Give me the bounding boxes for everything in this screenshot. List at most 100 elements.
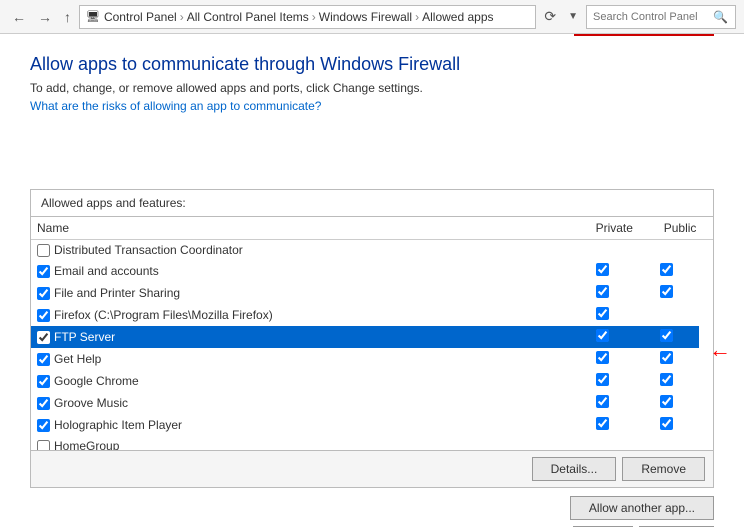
nav-back-icon[interactable]: ←: [8, 7, 30, 27]
col-header-public: Public: [647, 217, 713, 240]
app-private-cell: [570, 392, 634, 414]
private-checkbox[interactable]: [596, 307, 609, 320]
private-checkbox[interactable]: [596, 395, 609, 408]
app-name-cell: HomeGroup: [31, 436, 570, 450]
table-row[interactable]: File and Printer Sharing: [31, 282, 699, 304]
app-private-cell: [570, 304, 634, 326]
public-checkbox[interactable]: [660, 285, 673, 298]
breadcrumb-path: 🖥 Control Panel › All Control Panel Item…: [79, 5, 536, 29]
page-subtitle: To add, change, or remove allowed apps a…: [30, 81, 714, 95]
breadcrumb-control-panel[interactable]: Control Panel: [104, 10, 177, 24]
table-row[interactable]: FTP Server: [31, 326, 699, 348]
private-checkbox[interactable]: [596, 417, 609, 430]
table-header-row: Name Private Public: [31, 217, 713, 240]
private-checkbox[interactable]: [596, 285, 609, 298]
app-name-label: File and Printer Sharing: [54, 286, 180, 300]
refresh-button[interactable]: ⟳: [540, 6, 560, 27]
address-right: ⟳ ▼ 🔍: [540, 5, 736, 29]
breadcrumb-firewall[interactable]: Windows Firewall: [319, 10, 412, 24]
app-public-cell: [635, 436, 699, 450]
app-name-cell: Groove Music: [31, 392, 570, 414]
app-name-cell: Holographic Item Player: [31, 414, 570, 436]
table-row[interactable]: Google Chrome: [31, 370, 699, 392]
app-name-cell: FTP Server: [31, 326, 570, 348]
nav-up-icon[interactable]: ↑: [60, 7, 75, 27]
app-name-label: HomeGroup: [54, 439, 119, 450]
app-checkbox[interactable]: [37, 287, 50, 300]
table-scroll-area[interactable]: Distributed Transaction Coordinator Email…: [31, 240, 699, 450]
app-private-cell: [570, 348, 634, 370]
table-row[interactable]: Get Help: [31, 348, 699, 370]
public-checkbox[interactable]: [660, 417, 673, 430]
app-checkbox[interactable]: [37, 440, 50, 451]
app-public-cell: [635, 260, 699, 282]
app-checkbox[interactable]: [37, 353, 50, 366]
allow-another-button[interactable]: Allow another app...: [570, 496, 714, 520]
table-row[interactable]: Holographic Item Player: [31, 414, 699, 436]
public-checkbox[interactable]: [660, 329, 673, 342]
public-checkbox[interactable]: [660, 351, 673, 364]
search-box: 🔍: [586, 5, 736, 29]
app-name-label: FTP Server: [54, 330, 115, 344]
app-private-cell: [570, 436, 634, 450]
table-row[interactable]: Email and accounts: [31, 260, 699, 282]
breadcrumb-allowed-apps: Allowed apps: [422, 10, 493, 24]
app-private-cell: [570, 260, 634, 282]
remove-button[interactable]: Remove: [622, 457, 705, 481]
public-checkbox[interactable]: [660, 395, 673, 408]
apps-table-body: Distributed Transaction Coordinator Email…: [31, 240, 699, 450]
app-private-cell: [570, 326, 634, 348]
app-public-cell: [635, 392, 699, 414]
table-row[interactable]: Distributed Transaction Coordinator: [31, 240, 699, 260]
section-label: Allowed apps and features:: [31, 190, 713, 217]
app-public-cell: [635, 326, 699, 348]
app-checkbox[interactable]: [37, 419, 50, 432]
apps-table-body-rows: Distributed Transaction Coordinator Email…: [31, 240, 699, 450]
details-button[interactable]: Details...: [532, 457, 617, 481]
breadcrumb-icon: 🖥: [86, 10, 100, 23]
app-name-label: Get Help: [54, 352, 101, 366]
dropdown-button[interactable]: ▼: [564, 9, 582, 24]
public-checkbox[interactable]: [660, 373, 673, 386]
app-public-cell: [635, 240, 699, 260]
app-name-label: Firefox (C:\Program Files\Mozilla Firefo…: [54, 308, 273, 322]
app-public-cell: [635, 348, 699, 370]
app-private-cell: [570, 370, 634, 392]
table-container: Distributed Transaction Coordinator Email…: [31, 240, 713, 450]
table-row[interactable]: Groove Music: [31, 392, 699, 414]
main-content: Change settings Allow apps to communicat…: [0, 34, 744, 527]
app-private-cell: [570, 240, 634, 260]
breadcrumb-all-items[interactable]: All Control Panel Items: [187, 10, 309, 24]
app-checkbox[interactable]: [37, 244, 50, 257]
app-name-cell: Distributed Transaction Coordinator: [31, 240, 570, 260]
table-row[interactable]: Firefox (C:\Program Files\Mozilla Firefo…: [31, 304, 699, 326]
help-link[interactable]: What are the risks of allowing an app to…: [30, 99, 321, 113]
app-checkbox[interactable]: [37, 265, 50, 278]
app-checkbox[interactable]: [37, 375, 50, 388]
app-checkbox[interactable]: [37, 309, 50, 322]
apps-table: Name Private Public: [31, 217, 713, 240]
allow-another-area: Allow another app...: [30, 488, 714, 524]
nav-forward-icon[interactable]: →: [34, 7, 56, 27]
app-public-cell: [635, 282, 699, 304]
change-settings-button[interactable]: Change settings: [574, 34, 714, 36]
app-name-cell: Get Help: [31, 348, 570, 370]
app-public-cell: [635, 370, 699, 392]
app-checkbox[interactable]: [37, 331, 50, 344]
app-name-cell: Google Chrome: [31, 370, 570, 392]
col-header-private: Private: [581, 217, 647, 240]
private-checkbox[interactable]: [596, 329, 609, 342]
bottom-buttons-area: Details... Remove: [31, 450, 713, 487]
table-row[interactable]: HomeGroup: [31, 436, 699, 450]
app-name-label: Email and accounts: [54, 264, 159, 278]
public-checkbox[interactable]: [660, 263, 673, 276]
private-checkbox[interactable]: [596, 263, 609, 276]
app-public-cell: [635, 304, 699, 326]
app-name-label: Google Chrome: [54, 374, 139, 388]
app-name-cell: Email and accounts: [31, 260, 570, 282]
app-checkbox[interactable]: [37, 397, 50, 410]
address-bar: ← → ↑ 🖥 Control Panel › All Control Pane…: [0, 0, 744, 34]
private-checkbox[interactable]: [596, 351, 609, 364]
private-checkbox[interactable]: [596, 373, 609, 386]
search-input[interactable]: [593, 11, 713, 23]
